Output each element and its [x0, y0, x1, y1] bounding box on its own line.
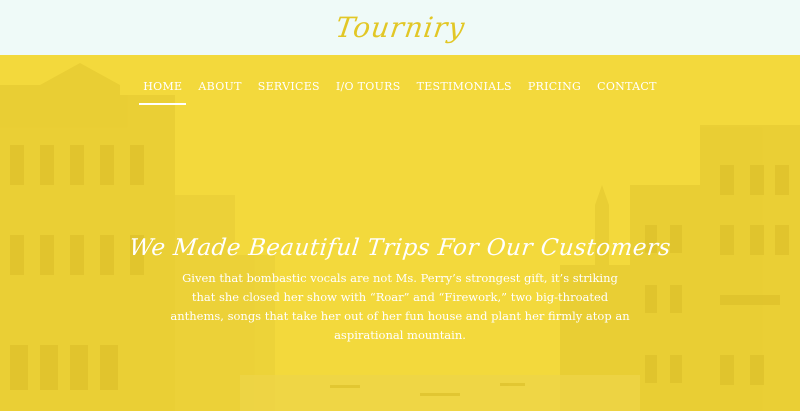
hero-section: HOME ABOUT SERVICES I/O TOURS TESTIMONIA…: [0, 55, 800, 411]
site-logo[interactable]: Tourniry: [333, 11, 467, 44]
hero-description: Given that bombastic vocals are not Ms. …: [170, 271, 630, 342]
nav-item-testimonials[interactable]: TESTIMONIALS: [417, 78, 512, 105]
nav-item-home[interactable]: HOME: [139, 78, 187, 105]
main-navigation: HOME ABOUT SERVICES I/O TOURS TESTIMONIA…: [0, 78, 800, 105]
nav-item-services[interactable]: SERVICES: [258, 78, 320, 105]
venice-background-image: [0, 63, 800, 411]
site-header: Tourniry: [0, 0, 800, 55]
nav-item-about[interactable]: ABOUT: [198, 78, 241, 105]
nav-item-pricing[interactable]: PRICING: [528, 78, 581, 105]
nav-item-contact[interactable]: CONTACT: [597, 78, 657, 105]
hero-headline: We Made Beautiful Trips For Our Customer…: [127, 235, 673, 261]
nav-item-io-tours[interactable]: I/O TOURS: [336, 78, 401, 105]
